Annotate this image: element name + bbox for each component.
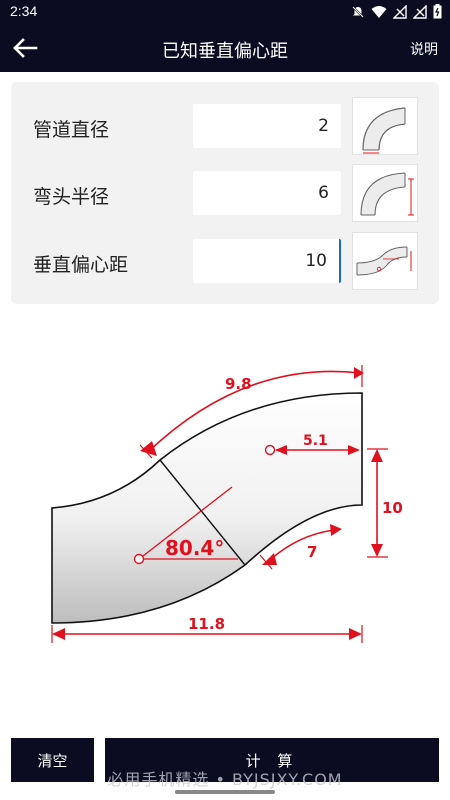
top-length-label: 9.8 <box>225 375 252 393</box>
vertical-offset-thumb <box>352 232 418 290</box>
signal-off-icon <box>393 4 407 19</box>
vertical-offset-label: 10 <box>382 499 403 517</box>
page-title: 已知垂直偏心距 <box>162 41 288 62</box>
offset-diagram: 9.8 5.1 10 7 80.4° 11.8 <box>0 325 450 715</box>
gesture-nav-bar[interactable] <box>175 790 275 794</box>
pipe-body <box>51 392 363 624</box>
pipe-diameter-input[interactable] <box>193 104 341 148</box>
bend-radius-thumb <box>352 164 418 222</box>
status-time: 2:34 <box>10 3 38 19</box>
calculate-button[interactable]: 计 算 <box>105 738 439 782</box>
battery-icon <box>433 4 442 19</box>
pipe-diameter-thumb <box>352 97 418 155</box>
lower-center-point <box>133 553 145 565</box>
vertical-offset-label: 垂直偏心距 <box>33 254 129 276</box>
upper-center-point <box>264 444 276 456</box>
help-button[interactable]: 说明 <box>410 39 438 59</box>
mute-icon <box>352 5 364 18</box>
input-card: 管道直径 弯头半径 垂直偏心距 <box>11 82 439 304</box>
bend-radius-row: 弯头半径 <box>11 164 439 222</box>
clear-button[interactable]: 清空 <box>11 738 94 782</box>
angle-label: 80.4° <box>165 536 224 560</box>
bottom-length-label: 11.8 <box>188 615 225 633</box>
vertical-offset-input[interactable] <box>193 239 341 283</box>
status-bar: 2:34 <box>0 0 450 24</box>
bend-radius-label: 弯头半径 <box>33 186 110 208</box>
pipe-diameter-label: 管道直径 <box>33 119 110 141</box>
pipe-diameter-row: 管道直径 <box>11 97 439 155</box>
inner-length-label: 7 <box>307 543 317 561</box>
radius-offset-label: 5.1 <box>303 433 328 449</box>
app-bar: 已知垂直偏心距 说明 <box>0 24 450 72</box>
vertical-offset-row: 垂直偏心距 <box>11 232 439 290</box>
wifi-icon <box>371 5 387 18</box>
status-icons <box>351 4 442 19</box>
offset-diagram-svg: 9.8 5.1 10 7 80.4° 11.8 <box>51 365 403 643</box>
signal-off-icon <box>413 4 427 19</box>
bend-radius-input[interactable] <box>193 171 341 215</box>
